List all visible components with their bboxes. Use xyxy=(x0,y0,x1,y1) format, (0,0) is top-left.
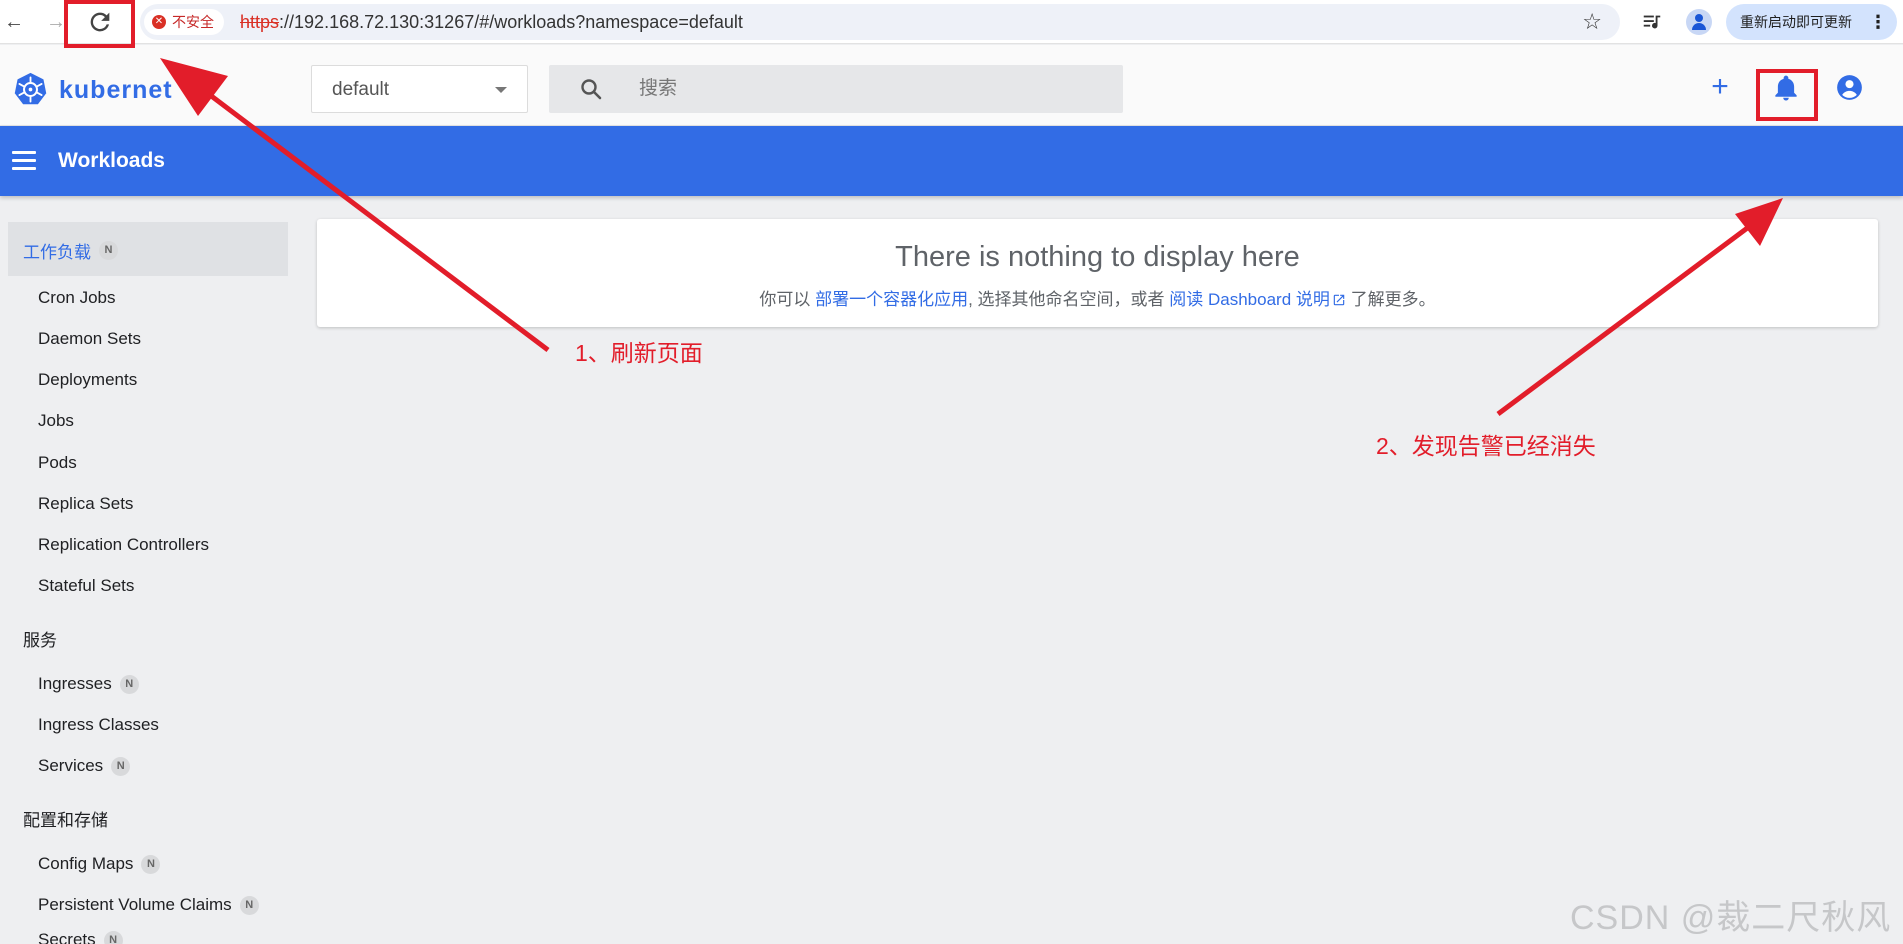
sidebar-item-secrets[interactable]: Secrets N xyxy=(38,930,123,944)
sidebar-item-deployments[interactable]: Deployments xyxy=(38,370,137,390)
sidebar-item-label: Services xyxy=(38,756,104,775)
url-text[interactable]: https://192.168.72.130:31267/#/workloads… xyxy=(240,4,743,40)
kubernetes-logo-text[interactable]: kubernet xyxy=(59,76,173,105)
namespaced-badge: N xyxy=(103,930,123,944)
namespace-value: default xyxy=(332,79,390,100)
open-in-new-icon xyxy=(1333,294,1345,306)
empty-state-text: 你可以 部署一个容器化应用, 选择其他命名空间，或者 阅读 Dashboard … xyxy=(317,285,1878,310)
sidebar-item-label: Persistent Volume Claims xyxy=(38,895,232,914)
sidebar-item-jobs[interactable]: Jobs xyxy=(38,411,74,431)
empty-state-card: There is nothing to display here 你可以 部署一… xyxy=(317,219,1878,327)
sidebar-item-pods[interactable]: Pods xyxy=(38,453,77,473)
url-protocol: https xyxy=(240,12,280,32)
sidebar-item-label: Jobs xyxy=(38,411,74,430)
csdn-watermark: CSDN @裁二尺秋风 xyxy=(1570,899,1892,937)
sidebar-item-cron-jobs[interactable]: Cron Jobs xyxy=(38,288,115,308)
sidebar-item-persistent-volume-claims[interactable]: Persistent Volume Claims N xyxy=(38,895,259,915)
sidebar-item-label: Ingresses xyxy=(38,674,112,693)
search-icon xyxy=(581,79,602,100)
search-input[interactable] xyxy=(639,65,1099,113)
back-arrow-icon[interactable]: ← xyxy=(0,8,28,36)
sidebar-item-label: Daemon Sets xyxy=(38,329,141,348)
empty-state-title: There is nothing to display here xyxy=(895,241,1300,273)
namespace-select[interactable]: default xyxy=(311,65,528,113)
deploy-app-link[interactable]: 部署一个容器化应用 xyxy=(815,290,968,309)
sidebar-item-config-maps[interactable]: Config Maps N xyxy=(38,854,161,874)
search-bar[interactable] xyxy=(549,65,1123,113)
docs-link-label: 阅读 Dashboard 说明 xyxy=(1169,290,1330,309)
empty-text-suffix: 了解更多。 xyxy=(1345,290,1436,309)
page-title: Workloads xyxy=(58,149,165,172)
sidebar-item-label: Secrets xyxy=(38,930,96,944)
sidebar-item-label: Pods xyxy=(38,453,77,472)
namespaced-badge: N xyxy=(111,756,131,776)
not-secure-icon: ✕ xyxy=(152,15,166,29)
screenshot-root: ← → ✕ 不安全 https://192.168.72.130:31267/#… xyxy=(0,0,1903,944)
hamburger-menu-icon[interactable] xyxy=(12,151,36,171)
address-bar[interactable]: ✕ 不安全 https://192.168.72.130:31267/#/wor… xyxy=(140,4,1620,40)
sidebar-item-label: Ingress Classes xyxy=(38,715,159,734)
reload-highlight-box xyxy=(64,0,135,48)
browser-profile-icon[interactable] xyxy=(1686,9,1712,35)
url-path: ://192.168.72.130:31267/#/workloads?name… xyxy=(279,12,743,32)
dashboard-docs-link[interactable]: 阅读 Dashboard 说明 xyxy=(1169,290,1346,309)
sidebar-item-stateful-sets[interactable]: Stateful Sets xyxy=(38,576,134,596)
dropdown-caret-icon xyxy=(495,87,507,93)
sidebar-nav: 工作负载 N Cron Jobs Daemon Sets Deployments… xyxy=(0,196,300,944)
sidebar-category-label: 工作负载 xyxy=(23,243,91,262)
account-circle-icon[interactable] xyxy=(1836,74,1863,101)
create-resource-plus-icon[interactable]: + xyxy=(1706,72,1734,102)
empty-text-prefix: 你可以 xyxy=(759,290,816,309)
update-label: 重新启动即可更新 xyxy=(1740,14,1852,30)
sidebar-item-replica-sets[interactable]: Replica Sets xyxy=(38,494,133,514)
empty-text-middle: , 选择其他命名空间，或者 xyxy=(968,290,1170,309)
sidebar-item-daemon-sets[interactable]: Daemon Sets xyxy=(38,329,141,349)
sidebar-item-label: Deployments xyxy=(38,370,138,389)
sidebar-category-workloads[interactable]: 工作负载 N xyxy=(23,238,118,263)
sidebar-item-services[interactable]: Services N xyxy=(38,756,131,776)
browser-toolbar: ← → ✕ 不安全 https://192.168.72.130:31267/#… xyxy=(0,0,1903,44)
sidebar-item-replication-controllers[interactable]: Replication Controllers xyxy=(38,535,209,555)
sidebar-item-ingress-classes[interactable]: Ingress Classes xyxy=(38,715,159,735)
bell-highlight-box xyxy=(1756,69,1818,121)
namespaced-badge: N xyxy=(239,895,259,915)
sidebar-item-label: Stateful Sets xyxy=(38,576,135,595)
sidebar-category-label: 服务 xyxy=(23,631,57,650)
sidebar-item-ingresses[interactable]: Ingresses N xyxy=(38,674,139,694)
sidebar-category-services[interactable]: 服务 xyxy=(23,626,57,651)
browser-menu-icon[interactable]: ⋮ xyxy=(1869,4,1887,40)
bookmark-star-icon[interactable]: ☆ xyxy=(1582,10,1602,34)
app-toolbar: kubernet default + xyxy=(0,45,1903,126)
namespaced-badge: N xyxy=(141,854,161,874)
sidebar-category-config-storage[interactable]: 配置和存储 xyxy=(23,806,108,831)
kubernetes-logo-icon[interactable] xyxy=(12,71,49,108)
restart-to-update-button[interactable]: 重新启动即可更新 ⋮ xyxy=(1726,4,1897,40)
sidebar-item-label: Replication Controllers xyxy=(38,535,210,554)
annotation-step2: 2、发现告警已经消失 xyxy=(1376,433,1596,459)
page-header: Workloads xyxy=(0,126,1903,196)
namespaced-badge: N xyxy=(119,674,139,694)
sidebar-item-label: Replica Sets xyxy=(38,494,134,513)
sidebar-item-label: Config Maps xyxy=(38,854,134,873)
sidebar-item-label: Cron Jobs xyxy=(38,288,116,307)
sidebar-category-label: 配置和存储 xyxy=(23,811,108,830)
annotation-step1: 1、刷新页面 xyxy=(575,340,703,366)
security-chip[interactable]: ✕ 不安全 xyxy=(144,9,224,35)
namespaced-badge: N xyxy=(99,241,118,260)
security-label: 不安全 xyxy=(172,14,214,30)
media-playlist-icon[interactable] xyxy=(1638,8,1666,36)
